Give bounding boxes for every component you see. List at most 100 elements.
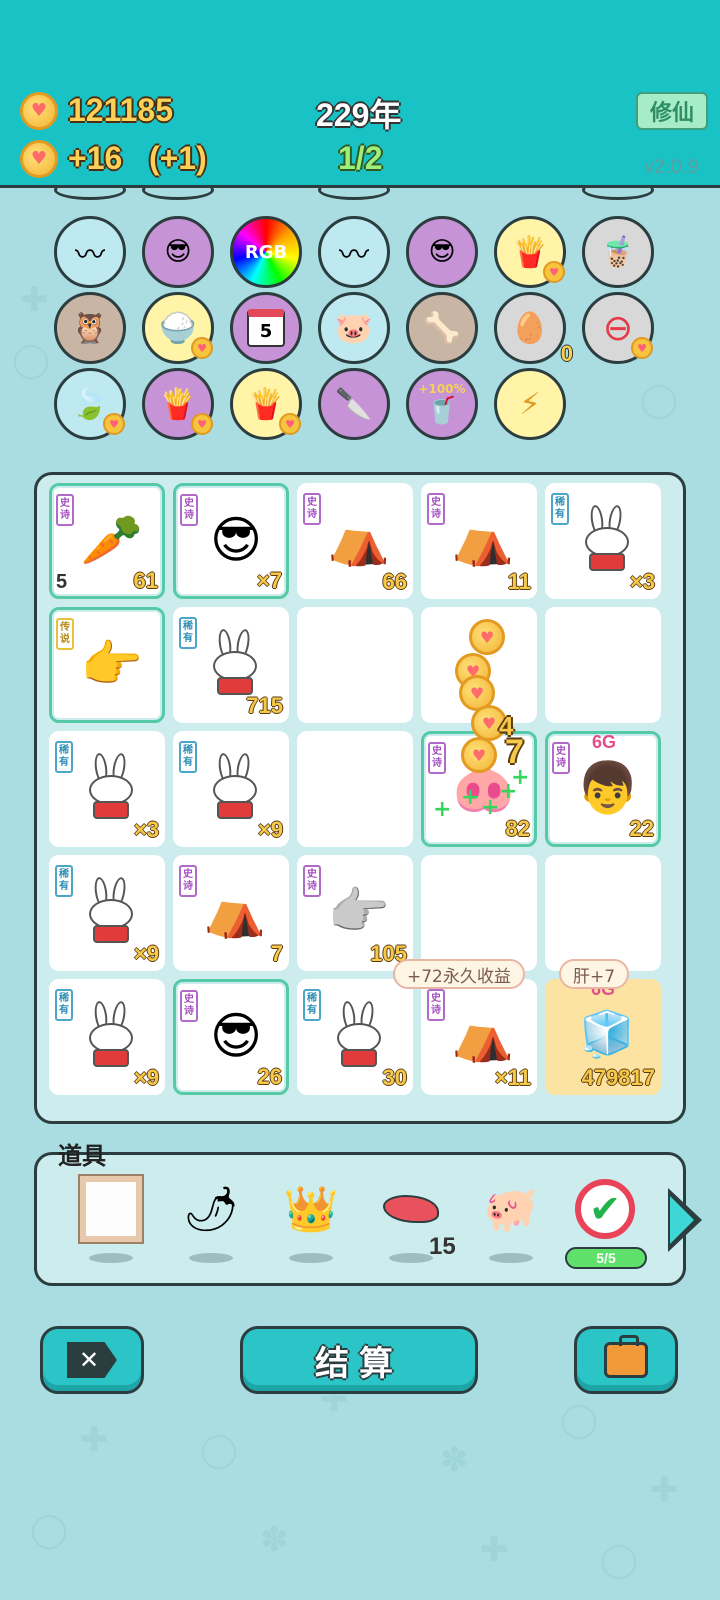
rare-tag: 稀有 — [55, 865, 73, 897]
prop-item[interactable]: 15 — [371, 1177, 456, 1267]
crown-icon: 👑 — [283, 1184, 339, 1235]
empty-cell[interactable] — [421, 855, 537, 971]
liver-icon — [379, 1177, 443, 1241]
empty-cell[interactable] — [545, 855, 661, 971]
epic-tag: 史诗 — [303, 493, 321, 525]
heart-badge-icon: ♥ — [631, 337, 653, 359]
epic-tag: 史诗 — [427, 989, 445, 1021]
buff-partial — [318, 188, 390, 200]
fries-buff-icon[interactable]: 🍟 ♥ — [230, 368, 302, 440]
cell-value: ×9 — [133, 941, 159, 966]
inventory-button[interactable] — [574, 1326, 678, 1394]
prop-item[interactable]: 👑 — [271, 1177, 351, 1267]
pointing-hand-icon: 👉 — [80, 635, 144, 693]
prop-item[interactable]: 🌶 — [171, 1177, 251, 1267]
epic-tag: 史诗 — [428, 742, 446, 774]
board-cell[interactable]: 传说 👉 — [49, 607, 165, 723]
gold-coin-icon: ♥ — [20, 92, 58, 130]
cell-value: 30 — [382, 1065, 407, 1090]
cultivate-button[interactable]: 修仙 — [636, 92, 708, 130]
rabbit-icon — [81, 752, 141, 823]
buff-partial — [142, 188, 214, 200]
board-cell[interactable]: 稀有 ×3 — [545, 483, 661, 599]
legend-tag: 传说 — [56, 618, 74, 650]
rabbit-tent-icon: ⛺ — [327, 510, 391, 568]
close-button[interactable]: ✕ — [40, 1326, 144, 1394]
heart-badge-icon: ♥ — [103, 413, 125, 435]
heart-badge-icon: ♥ — [191, 337, 213, 359]
fries-buff-icon[interactable]: 🍟 ♥ — [142, 368, 214, 440]
skirt-buff-icon[interactable]: 〰 — [54, 216, 126, 288]
fries-buff-icon[interactable]: 🍟 ♥ — [494, 216, 566, 288]
floating-coin-icon: ♥ — [469, 619, 505, 655]
sunglasses-man-buff-icon[interactable]: 😎 — [142, 216, 214, 288]
check-icon: ✔ — [573, 1177, 637, 1241]
empty-cell[interactable] — [545, 607, 661, 723]
plus-sparkle-icon: + — [511, 765, 530, 790]
calendar-buff-icon[interactable]: 5 — [230, 292, 302, 364]
sunglasses-man-icon: 😎 — [209, 1007, 263, 1065]
board-cell[interactable]: 史诗 😎 26 — [173, 979, 289, 1095]
settle-button[interactable]: 结算 — [240, 1326, 478, 1394]
board-cell[interactable]: 稀有 715 — [173, 607, 289, 723]
board-cell[interactable]: 稀有 ×9 — [49, 855, 165, 971]
liver-bubble: 肝+7 — [559, 959, 630, 989]
prop-item[interactable]: ✔ 5/5 — [565, 1177, 647, 1269]
heart-badge-icon: ♥ — [191, 413, 213, 435]
leaf-buff-icon[interactable]: 🍃 ♥ — [54, 368, 126, 440]
piggy-bank-buff-icon[interactable]: 🐷 — [318, 292, 390, 364]
buff-partial — [54, 188, 126, 200]
dog-bowl-buff-icon[interactable]: 🦴 — [406, 292, 478, 364]
rgb-buff-icon[interactable]: RGB — [230, 216, 302, 288]
gold-rate: +16 (+1) — [68, 140, 207, 176]
empty-cell[interactable] — [297, 731, 413, 847]
board-cell[interactable]: 史诗 ⛺ ×11 — [421, 979, 537, 1095]
epic-tag: 史诗 — [179, 865, 197, 897]
board-cell[interactable]: 史诗 ⛺ 11 — [421, 483, 537, 599]
plus-sparkle-icon: + — [433, 797, 452, 822]
board-cell[interactable]: 6G 史诗 👦 22 — [545, 731, 661, 847]
cell-count: 5 — [56, 571, 68, 593]
minus-buff-icon[interactable]: ⊖ ♥ — [582, 292, 654, 364]
skirt-buff-icon[interactable]: 〰 — [318, 216, 390, 288]
board-cell[interactable]: 史诗 ⛺ 66 — [297, 483, 413, 599]
increase-buff-icon[interactable]: +100% 🥤 — [406, 368, 478, 440]
settle-label: 结算 — [315, 1343, 403, 1384]
epic-tag: 史诗 — [180, 494, 198, 526]
prop-item[interactable] — [71, 1176, 151, 1267]
rare-tag: 稀有 — [179, 617, 197, 649]
rare-tag: 稀有 — [179, 741, 197, 773]
merge-board: 史诗 🥕 5 61 史诗 😎 ×7 史诗 ⛺ 66 史诗 ⛺ 11 稀有 ×3 … — [34, 472, 686, 1124]
buff-list[interactable]: 〰 😎 RGB 〰 😎 🍟 ♥ 🧋 🦉 🍚 ♥ 5 🐷 🦴 🥚 0 ⊖ ♥ 🍃 ♥ 🍟 ♥ … — [0, 188, 720, 460]
egg-tray-buff-icon[interactable]: 🥚 0 — [494, 292, 573, 366]
check-progress-badge: 5/5 — [565, 1247, 647, 1269]
heart-badge-icon: ♥ — [279, 413, 301, 435]
cell-value: ×9 — [257, 817, 283, 842]
board-cell[interactable]: 稀有 ×9 — [49, 979, 165, 1095]
empty-cell[interactable] — [297, 607, 413, 723]
props-title: 道具 — [58, 1142, 106, 1170]
board-cell[interactable]: 稀有 ×9 — [173, 731, 289, 847]
cleaver-buff-icon[interactable]: 🔪 — [318, 368, 390, 440]
sunglasses-man-buff-icon[interactable]: 😎 — [406, 216, 478, 288]
owl-buff-icon[interactable]: 🦉 — [54, 292, 126, 364]
bubble-tea-buff-icon[interactable]: 🧋 — [582, 216, 654, 288]
board-cell[interactable]: 史诗 😎 ×7 — [173, 483, 289, 599]
rice-bowl-buff-icon[interactable]: 🍚 ♥ — [142, 292, 214, 364]
board-cell[interactable]: 稀有 ×3 — [49, 731, 165, 847]
board-cell[interactable]: 6G 🧊 479817 — [545, 979, 661, 1095]
rabbit-icon — [577, 504, 637, 575]
board-cell[interactable]: 稀有 30 — [297, 979, 413, 1095]
rare-tag: 稀有 — [303, 989, 321, 1021]
cell-value: ×3 — [133, 817, 159, 842]
prop-item[interactable]: 🐖 — [471, 1177, 551, 1267]
lightning-buff-icon[interactable]: ⚡ — [494, 368, 566, 440]
briefcase-icon — [604, 1335, 648, 1378]
rabbit-icon — [205, 628, 265, 699]
board-cell[interactable]: 史诗 👉 105 — [297, 855, 413, 971]
board-cell[interactable]: 史诗 ⛺ 7 — [173, 855, 289, 971]
board-cell[interactable]: 史诗 🥕 5 61 — [49, 483, 165, 599]
cell-value: 61 — [133, 568, 158, 593]
floating-coin-icon: ♥ — [461, 737, 497, 773]
plus-sparkle-icon: + — [461, 785, 480, 810]
